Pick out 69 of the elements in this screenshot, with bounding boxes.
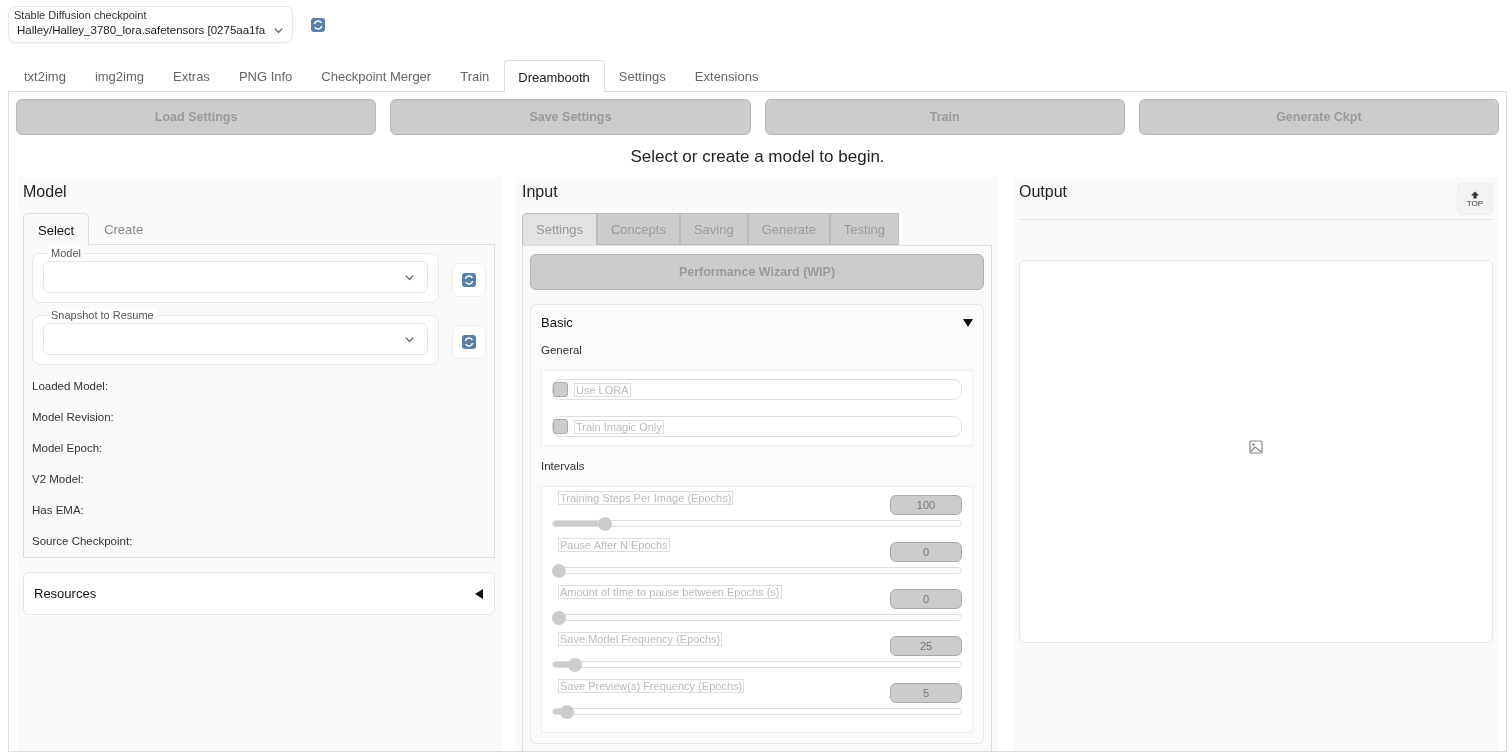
slider-label: Save Model Frequency (Epochs) xyxy=(558,632,723,646)
arrow-up-icon xyxy=(1471,190,1479,199)
refresh-button[interactable] xyxy=(452,263,486,297)
tab[interactable]: Checkpoint Merger xyxy=(307,60,447,91)
slider-track[interactable] xyxy=(552,611,962,625)
slider-label: Save Preview(s) Frequency (Epochs) xyxy=(558,679,745,693)
info-label: V2 Model: xyxy=(32,473,85,487)
slider-thumb[interactable] xyxy=(552,564,566,578)
dropdown-field[interactable] xyxy=(43,323,428,355)
slider-track[interactable] xyxy=(552,658,962,672)
slider-track[interactable] xyxy=(552,564,962,578)
status-message: Select or create a model to begin. xyxy=(629,147,886,167)
scroll-top-button[interactable]: TOP xyxy=(1457,183,1493,215)
panel-title: Output xyxy=(1019,183,1068,201)
tab[interactable]: Create xyxy=(89,213,159,244)
checkbox-label: Use LORA xyxy=(574,382,631,397)
info-label: Model Epoch: xyxy=(32,442,104,456)
refresh-button[interactable] xyxy=(311,17,325,32)
slider-label: Pause After N Epochs xyxy=(558,538,670,552)
number-field[interactable]: 100 xyxy=(890,495,962,515)
slider-label: Amount of time to pause between Epochs (s) xyxy=(558,585,782,599)
refresh-icon xyxy=(462,335,476,349)
number-field[interactable]: 0 xyxy=(890,589,962,609)
panel-title: Input xyxy=(522,183,559,201)
checkpoint-dropdown[interactable]: Stable Diffusion checkpoint Halley/Halley_3780_lora.safetensors [0275aa1fa xyxy=(8,6,293,43)
image-icon xyxy=(1249,439,1263,454)
dropdown-value: Halley/Halley_3780_lora.safetensors [0275aa1fa xyxy=(17,24,266,36)
slider-track[interactable] xyxy=(552,705,962,719)
tab[interactable]: Settings xyxy=(522,213,597,245)
dropdown-label: Model xyxy=(48,247,84,259)
checkbox[interactable] xyxy=(553,419,568,434)
tab[interactable]: img2img xyxy=(80,60,160,91)
refresh-button[interactable] xyxy=(452,325,486,359)
number-field[interactable]: 25 xyxy=(890,636,962,656)
dropdown-field[interactable] xyxy=(43,261,428,293)
panel-title: Model xyxy=(23,183,68,201)
checkbox[interactable] xyxy=(553,382,568,397)
slider-thumb[interactable] xyxy=(597,517,612,531)
info-label: Source Checkpoint: xyxy=(32,535,134,549)
info-label: Loaded Model: xyxy=(32,380,110,394)
dropdown-label: Stable Diffusion checkpoint xyxy=(14,9,147,21)
section-label: General xyxy=(541,344,583,356)
slider-thumb[interactable] xyxy=(559,705,574,719)
dropdown-label: Snapshot to Resume xyxy=(48,309,157,321)
section-label: Intervals xyxy=(541,460,586,472)
number-field[interactable]: 0 xyxy=(890,542,962,562)
refresh-icon xyxy=(311,17,325,32)
tab[interactable]: Train xyxy=(446,60,505,91)
info-label: Has EMA: xyxy=(32,504,85,518)
accordion-header[interactable]: Resources xyxy=(23,572,495,615)
tab[interactable]: PNG Info xyxy=(224,60,308,91)
tab[interactable]: Select xyxy=(23,213,90,245)
tab[interactable]: Settings xyxy=(604,60,681,91)
slider-label: Training Steps Per Image (Epochs) xyxy=(558,491,734,505)
checkbox-field[interactable]: Train Imagic Only xyxy=(552,416,962,437)
tab[interactable]: txt2img xyxy=(10,60,81,91)
accordion-label: Resources xyxy=(34,586,97,601)
number-field[interactable]: 5 xyxy=(890,683,962,703)
tab[interactable]: Extensions xyxy=(680,60,774,91)
checkbox-field[interactable]: Use LORA xyxy=(552,379,962,400)
tab[interactable]: Dreambooth xyxy=(504,60,605,92)
accordion-label: Basic xyxy=(541,315,573,330)
slider-track[interactable] xyxy=(552,517,962,531)
refresh-icon xyxy=(462,273,476,287)
slider-thumb[interactable] xyxy=(567,658,582,672)
info-label: Model Revision: xyxy=(32,411,115,425)
slider-thumb[interactable] xyxy=(552,611,566,625)
checkbox-label: Train Imagic Only xyxy=(574,419,664,434)
tab[interactable]: Extras xyxy=(159,60,225,91)
